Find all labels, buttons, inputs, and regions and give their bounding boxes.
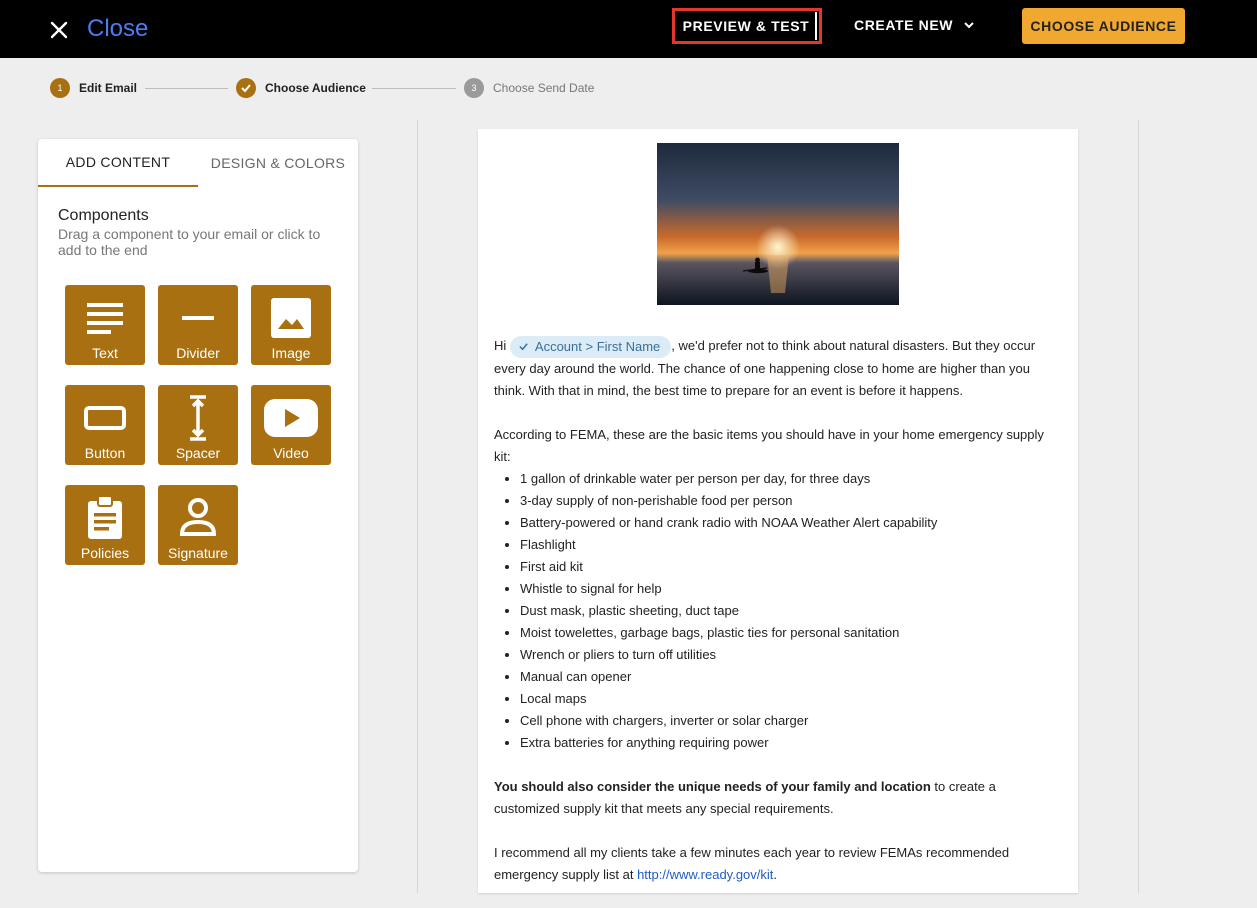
merge-field-chip[interactable]: Account > First Name — [509, 335, 672, 358]
component-label: Spacer — [175, 445, 221, 461]
content-panel: ADD CONTENT DESIGN & COLORS Components D… — [38, 139, 358, 872]
list-item: Moist towelettes, garbage bags, plastic … — [520, 622, 1054, 644]
component-signature[interactable]: Signature — [158, 485, 238, 565]
create-new-label: CREATE NEW — [854, 17, 954, 33]
list-item: Local maps — [520, 688, 1054, 710]
greeting: Hi — [494, 338, 507, 353]
component-video[interactable]: Video — [251, 385, 331, 465]
list-item: 1 gallon of drinkable water per person p… — [520, 468, 1054, 490]
step-edit-email[interactable]: 1 Edit Email — [50, 78, 137, 98]
component-label: Button — [84, 445, 126, 461]
top-bar: Close PREVIEW & TEST CREATE NEW CHOOSE A… — [0, 0, 1257, 58]
tab-design-colors[interactable]: DESIGN & COLORS — [198, 139, 358, 187]
button-icon — [65, 395, 145, 441]
email-canvas: Hi Account > First Name , we'd prefer no… — [478, 129, 1078, 893]
tab-add-content[interactable]: ADD CONTENT — [38, 139, 198, 187]
chevron-down-icon — [964, 22, 974, 29]
canvas-divider-right — [1138, 120, 1139, 893]
components-title: Components — [58, 207, 149, 224]
signature-icon — [158, 495, 238, 541]
list-item: Cell phone with chargers, inverter or so… — [520, 710, 1054, 732]
component-label: Signature — [168, 545, 228, 561]
component-text[interactable]: Text — [65, 285, 145, 365]
component-policies[interactable]: Policies — [65, 485, 145, 565]
step-label: Choose Audience — [265, 81, 366, 95]
checkmark-icon — [236, 78, 256, 98]
closing-paragraph: I recommend all my clients take a few mi… — [494, 842, 1054, 886]
preview-test-button[interactable]: PREVIEW & TEST — [672, 8, 822, 44]
intro-paragraph: Hi Account > First Name , we'd prefer no… — [494, 335, 1054, 402]
step-number-badge: 3 — [464, 78, 484, 98]
component-label: Video — [273, 445, 309, 461]
divider-icon — [158, 295, 238, 341]
component-spacer[interactable]: Spacer — [158, 385, 238, 465]
list-intro: According to FEMA, these are the basic i… — [494, 426, 1044, 464]
canvas-divider-left — [417, 120, 418, 893]
list-item: Extra batteries for anything requiring p… — [520, 732, 1054, 754]
create-new-dropdown[interactable]: CREATE NEW — [854, 17, 975, 33]
hero-image[interactable] — [657, 143, 899, 305]
component-label: Image — [271, 345, 311, 361]
step-label: Edit Email — [79, 81, 138, 95]
component-label: Divider — [176, 345, 220, 361]
bold-text: You should also consider the unique need… — [494, 778, 931, 794]
step-connector — [372, 88, 456, 89]
component-button[interactable]: Button — [65, 385, 145, 465]
choose-audience-button[interactable]: CHOOSE AUDIENCE — [1022, 8, 1185, 44]
step-number-badge: 1 — [50, 78, 70, 98]
components-description: Drag a component to your email or click … — [58, 226, 321, 258]
preview-test-label: PREVIEW & TEST — [677, 12, 818, 40]
list-item: First aid kit — [520, 556, 1054, 578]
component-label: Text — [92, 345, 118, 361]
merge-field-label: Account > First Name — [534, 338, 661, 354]
checkmark-icon — [519, 343, 528, 351]
step-choose-send-date[interactable]: 3 Choose Send Date — [464, 78, 594, 98]
list-item: Flashlight — [520, 534, 1054, 556]
close-button[interactable]: Close — [87, 15, 148, 43]
close-icon[interactable] — [48, 19, 70, 41]
video-icon — [251, 395, 331, 441]
step-connector — [145, 88, 228, 89]
list-item: 3-day supply of non-perishable food per … — [520, 490, 1054, 512]
text-icon — [65, 295, 145, 341]
list-item: Manual can opener — [520, 666, 1054, 688]
list-item: Whistle to signal for help — [520, 578, 1054, 600]
policies-icon — [65, 495, 145, 541]
email-body[interactable]: Hi Account > First Name , we'd prefer no… — [494, 335, 1054, 908]
component-image[interactable]: Image — [251, 285, 331, 365]
list-item: Wrench or pliers to turn off utilities — [520, 644, 1054, 666]
component-label: Policies — [80, 545, 130, 561]
ready-gov-link[interactable]: http://www.ready.gov/kit — [637, 867, 773, 882]
component-divider[interactable]: Divider — [158, 285, 238, 365]
list-item: Dust mask, plastic sheeting, duct tape — [520, 600, 1054, 622]
image-icon — [251, 295, 331, 341]
step-choose-audience[interactable]: Choose Audience — [236, 78, 366, 98]
list-item: Battery-powered or hand crank radio with… — [520, 512, 1054, 534]
closing-suffix: . — [773, 866, 778, 882]
consider-paragraph: You should also consider the unique need… — [494, 776, 1054, 820]
spacer-icon — [158, 395, 238, 441]
supply-list: 1 gallon of drinkable water per person p… — [494, 468, 1054, 754]
step-label: Choose Send Date — [493, 81, 595, 95]
